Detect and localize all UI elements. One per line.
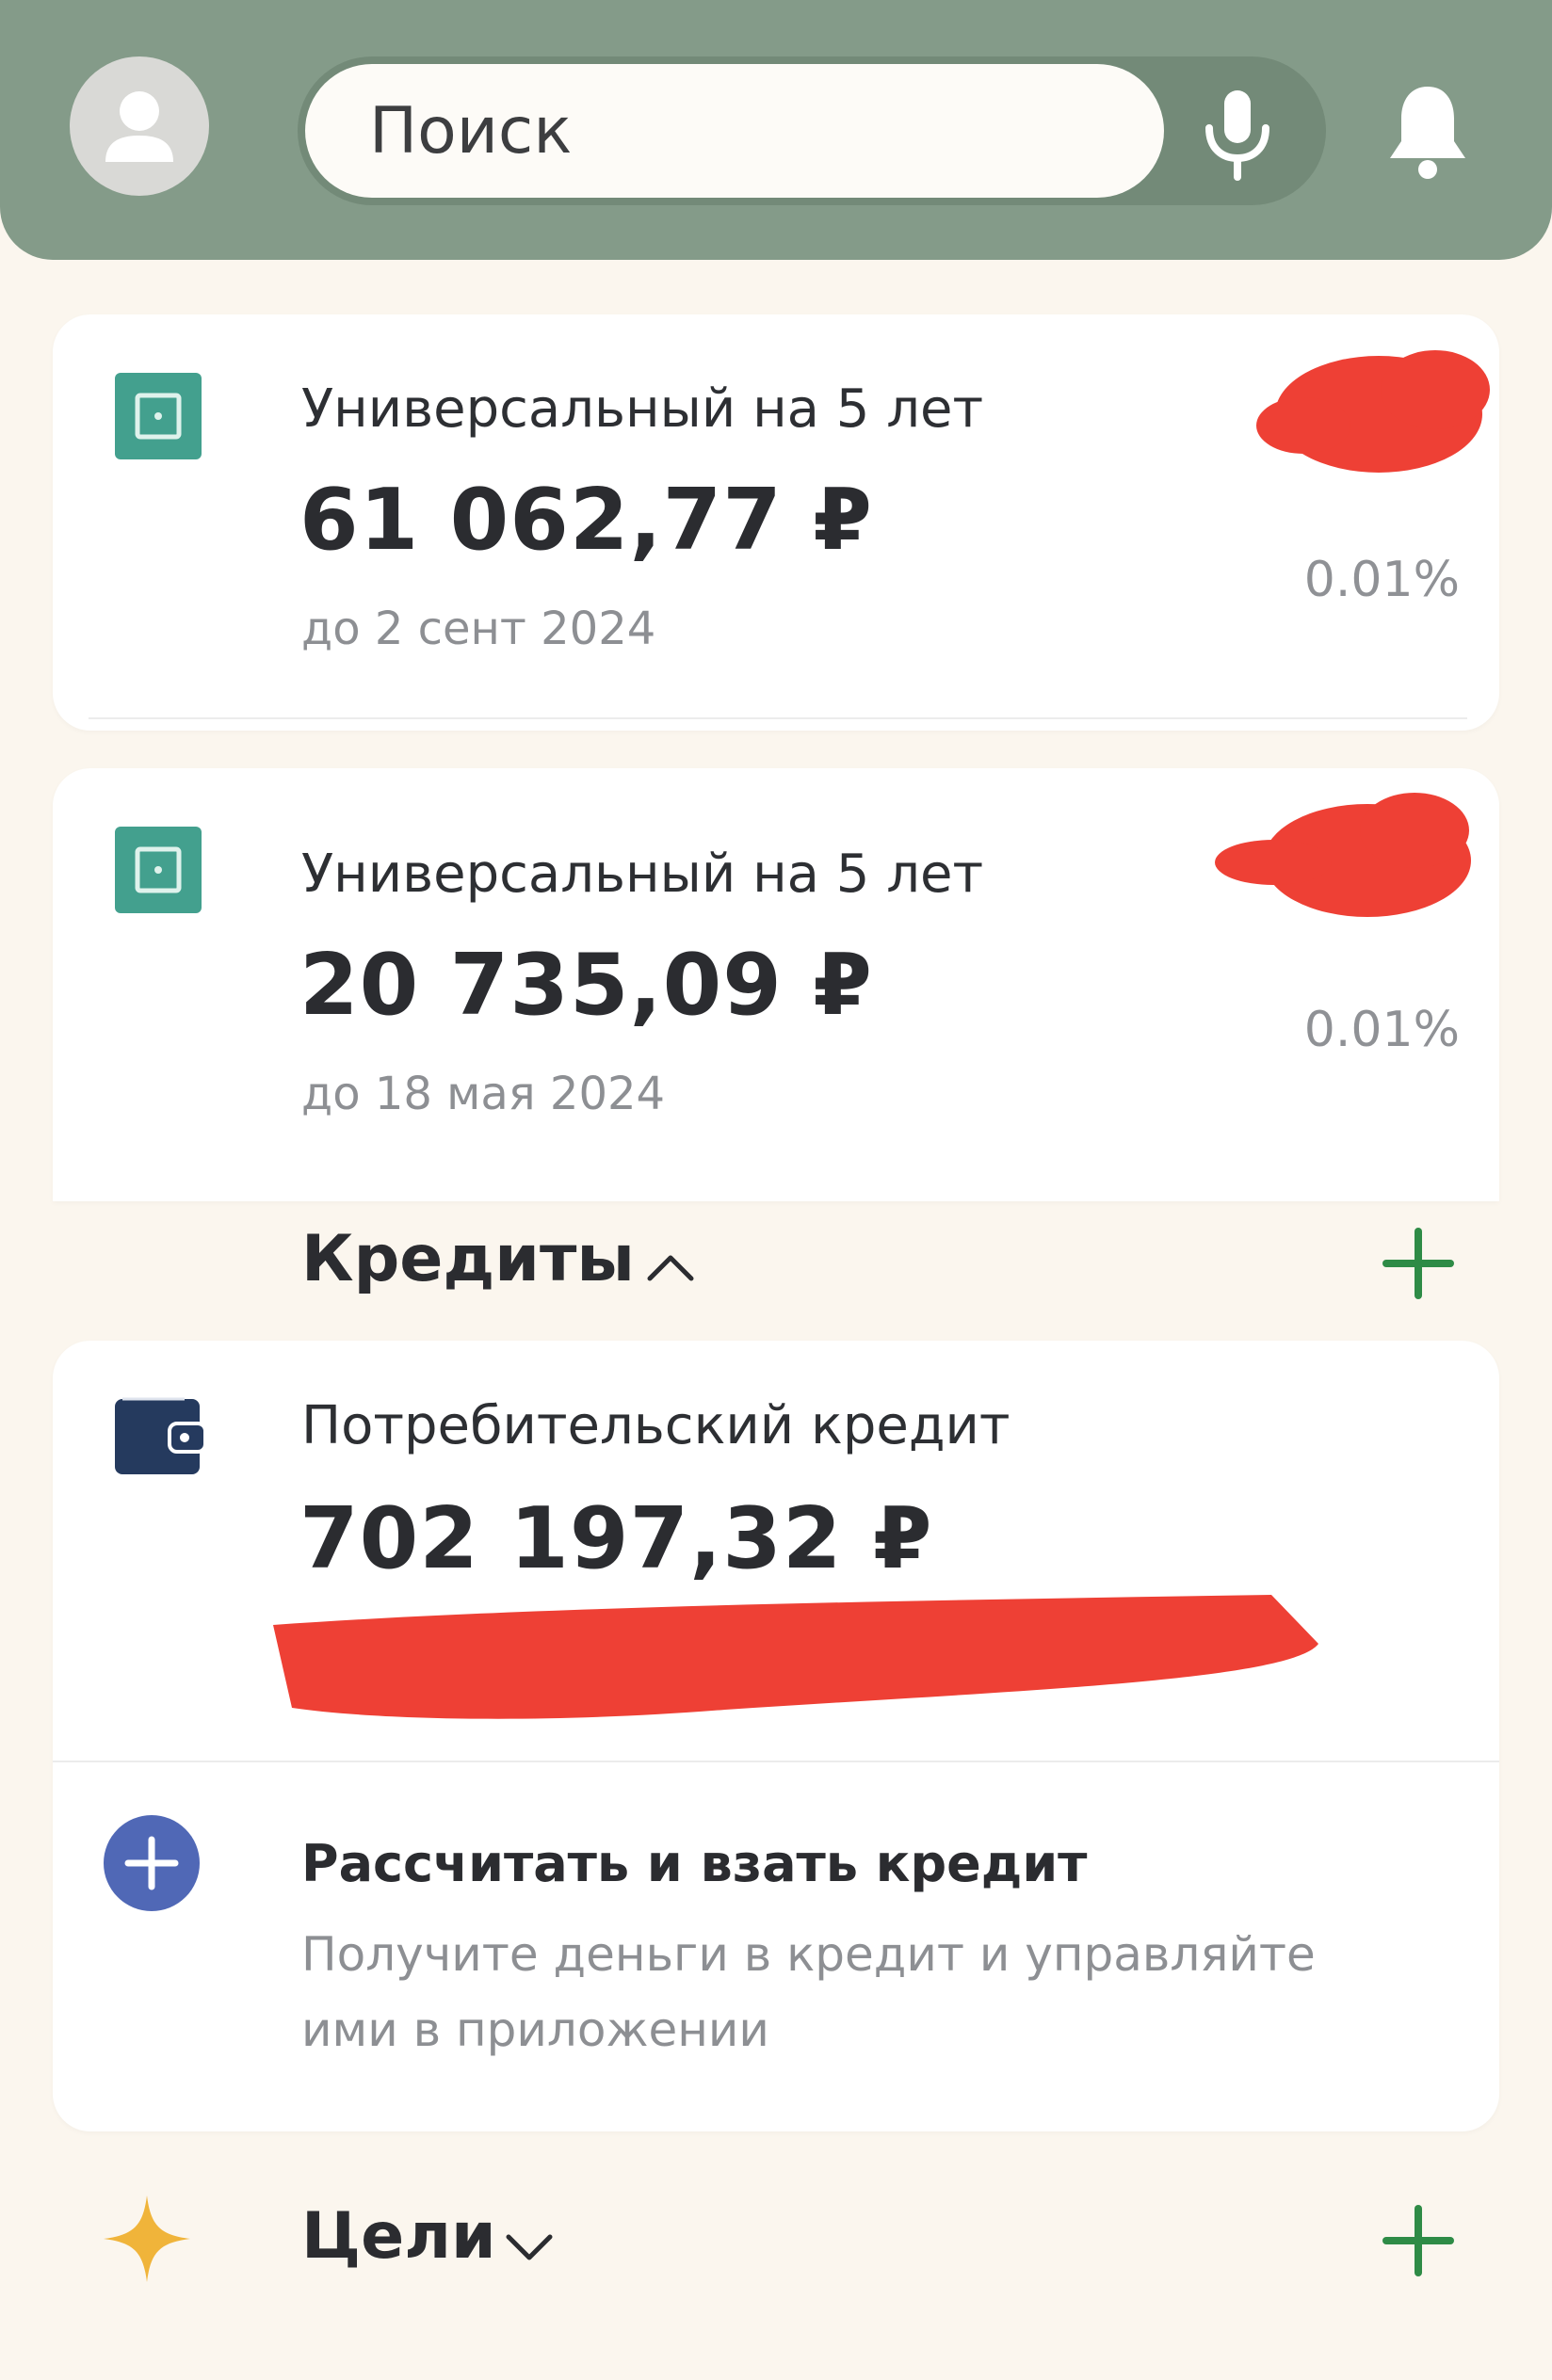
search-bar	[298, 56, 1326, 205]
chevron-down-icon[interactable]	[505, 2231, 554, 2263]
redaction-mark	[273, 1595, 1318, 1719]
goals-section-title[interactable]: Цели	[301, 2199, 496, 2274]
credit-card: Потребительский кредит 702 197,32 ₽ Расс…	[53, 1341, 1499, 2131]
top-bar	[0, 0, 1552, 260]
deposit-card[interactable]: Универсальный на 5 лет 61 062,77 ₽ до 2 …	[53, 314, 1499, 731]
search-input[interactable]	[305, 64, 1164, 198]
deposit-end-date: до 18 мая 2024	[301, 1068, 666, 1120]
add-goal-button[interactable]	[1381, 2203, 1456, 2278]
redaction-mark	[1215, 793, 1471, 917]
deposit-icon	[115, 827, 202, 913]
loan-title: Потребительский кредит	[301, 1395, 1010, 1456]
deposit-card[interactable]: Универсальный на 5 лет 20 735,09 ₽ до 18…	[53, 768, 1499, 1201]
divider	[89, 717, 1467, 719]
star-icon	[104, 2195, 190, 2282]
mic-icon[interactable]	[1198, 87, 1277, 181]
deposit-amount: 20 735,09 ₽	[299, 936, 873, 1035]
deposit-title: Универсальный на 5 лет	[301, 844, 984, 905]
chevron-up-icon[interactable]	[646, 1250, 695, 1282]
add-credit-button[interactable]	[1381, 1226, 1456, 1301]
plus-circle-icon	[104, 1815, 200, 1911]
deposit-rate: 0.01%	[1303, 1002, 1460, 1058]
deposit-end-date: до 2 сент 2024	[301, 603, 656, 655]
deposit-rate: 0.01%	[1303, 552, 1460, 608]
deposit-title: Универсальный на 5 лет	[301, 378, 984, 440]
calculate-credit-item[interactable]: Рассчитать и взать кредит Получите деньг…	[53, 1762, 1499, 2131]
deposit-amount: 61 062,77 ₽	[299, 471, 873, 570]
loan-amount: 702 197,32 ₽	[299, 1489, 933, 1588]
user-icon	[105, 91, 173, 162]
deposit-icon	[115, 373, 202, 459]
loan-item[interactable]: Потребительский кредит 702 197,32 ₽	[53, 1341, 1499, 1761]
profile-avatar[interactable]	[70, 56, 209, 196]
wallet-icon	[115, 1397, 205, 1474]
credits-section-title[interactable]: Кредиты	[301, 1222, 635, 1296]
calculate-credit-title: Рассчитать и взать кредит	[301, 1834, 1088, 1893]
calculate-credit-description: Получите деньги в кредит и управляйте им…	[301, 1927, 1316, 2057]
redaction-mark	[1256, 350, 1490, 473]
bell-icon[interactable]	[1382, 83, 1473, 181]
